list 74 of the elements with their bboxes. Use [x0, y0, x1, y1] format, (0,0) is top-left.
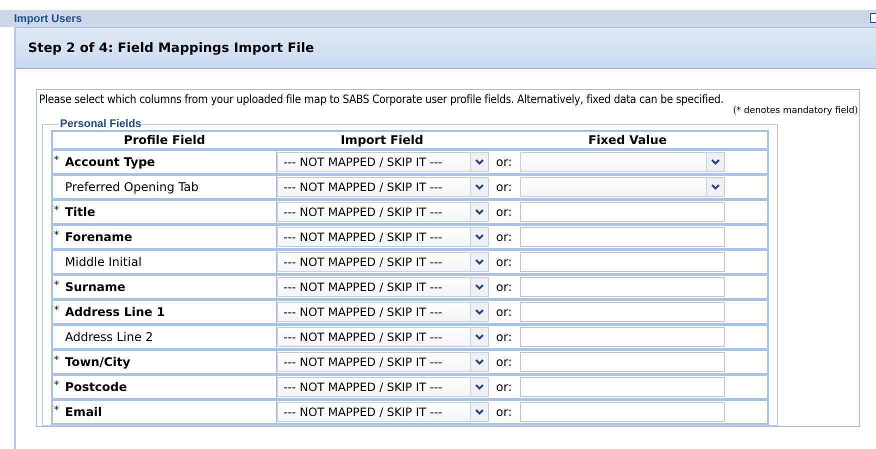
profile-field-cell: * Email — [52, 400, 276, 424]
fixed-value-field[interactable] — [520, 302, 725, 322]
mandatory-mark: * — [54, 155, 59, 166]
profile-field-cell: * Town/City — [52, 350, 276, 374]
or-label: or: — [496, 405, 512, 419]
mandatory-mark: * — [54, 355, 59, 366]
profile-field-cell: Address Line 2 — [52, 324, 276, 350]
import-field-select[interactable]: --- NOT MAPPED / SKIP IT --- — [276, 402, 488, 422]
column-header: Import Field — [276, 131, 488, 150]
import-field-select[interactable]: --- NOT MAPPED / SKIP IT --- — [276, 227, 488, 247]
chevron-down-icon — [474, 284, 484, 290]
or-label: or: — [496, 305, 512, 319]
or-label: or: — [496, 205, 512, 219]
chevron-down-icon — [474, 234, 484, 240]
import-field-select[interactable]: --- NOT MAPPED / SKIP IT --- — [276, 277, 488, 297]
profile-field-cell: * Account Type — [52, 150, 276, 174]
import-field-select[interactable]: --- NOT MAPPED / SKIP IT --- — [276, 152, 488, 172]
chevron-down-icon — [474, 159, 484, 165]
chevron-down-icon — [711, 159, 720, 165]
chevron-down-icon — [474, 334, 484, 340]
mandatory-mark: * — [54, 280, 59, 291]
fixed-value-field[interactable] — [520, 277, 725, 297]
fixed-value-field[interactable] — [520, 352, 725, 372]
or-label: or: — [496, 355, 512, 369]
mandatory-mark: * — [54, 205, 59, 216]
or-label: or: — [496, 155, 512, 169]
fixed-value-select[interactable] — [520, 177, 725, 197]
fixed-value-field[interactable] — [520, 327, 725, 347]
or-label: or: — [496, 280, 512, 294]
or-label: or: — [496, 330, 512, 344]
or-label: or: — [496, 180, 512, 194]
fixed-value-field[interactable] — [520, 227, 725, 247]
column-header: Profile Field — [52, 131, 276, 150]
chevron-down-icon — [711, 184, 720, 190]
mandatory-note: (* denotes mandatory field) — [732, 106, 858, 116]
chevron-down-icon — [474, 184, 484, 190]
profile-field-cell: * Surname — [52, 274, 276, 300]
import-field-select[interactable]: --- NOT MAPPED / SKIP IT --- — [276, 302, 488, 322]
chevron-down-icon — [474, 309, 484, 315]
fixed-value-field[interactable] — [520, 402, 725, 422]
import-field-select[interactable]: --- NOT MAPPED / SKIP IT --- — [276, 352, 488, 372]
chevron-down-icon — [474, 384, 484, 390]
chevron-down-icon — [474, 209, 484, 215]
fixed-value-field[interactable] — [520, 252, 725, 272]
mandatory-mark: * — [54, 405, 59, 416]
or-label: or: — [496, 380, 512, 394]
chevron-down-icon — [474, 259, 484, 265]
import-field-select[interactable]: --- NOT MAPPED / SKIP IT --- — [276, 377, 488, 397]
profile-field-cell: * Postcode — [52, 374, 276, 400]
profile-field-cell: * Forename — [52, 224, 276, 250]
mandatory-mark: * — [54, 305, 59, 316]
profile-field-cell: * Title — [52, 200, 276, 224]
fixed-value-field[interactable] — [520, 377, 725, 397]
step-title: Step 2 of 4: Field Mappings Import File — [28, 40, 314, 56]
chevron-down-icon — [474, 409, 484, 415]
import-field-select[interactable]: --- NOT MAPPED / SKIP IT --- — [276, 327, 488, 347]
mandatory-mark: * — [54, 230, 59, 241]
column-header: Fixed Value — [488, 131, 768, 150]
profile-field-cell: * Address Line 1 — [52, 300, 276, 324]
group-legend: Personal Fields — [59, 118, 142, 130]
import-field-select[interactable]: --- NOT MAPPED / SKIP IT --- — [276, 177, 488, 197]
profile-field-cell: Preferred Opening Tab — [52, 174, 276, 200]
profile-field-cell: Middle Initial — [52, 250, 276, 274]
fixed-value-select[interactable] — [520, 152, 725, 172]
or-label: or: — [496, 255, 512, 269]
window-icon[interactable] — [870, 13, 876, 23]
chevron-down-icon — [474, 359, 484, 365]
mandatory-mark: * — [54, 380, 59, 391]
page-title: Import Users — [14, 12, 82, 24]
intro-text: Please select which columns from your uploaded file map to SABS Corporate user profile fields. Alternatively, fixed data can be specified. — [39, 92, 725, 106]
import-field-select[interactable]: --- NOT MAPPED / SKIP IT --- — [276, 252, 488, 272]
fixed-value-field[interactable] — [520, 202, 725, 222]
import-field-select[interactable]: --- NOT MAPPED / SKIP IT --- — [276, 202, 488, 222]
or-label: or: — [496, 230, 512, 244]
